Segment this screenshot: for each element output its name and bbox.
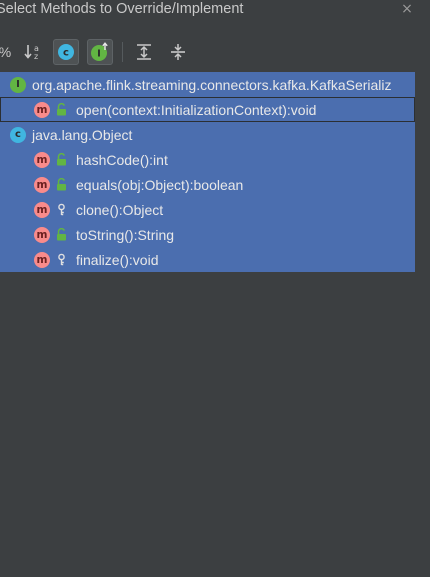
tree-row-method-hashcode[interactable]: m hashCode():int xyxy=(0,147,415,172)
tree-row-label: org.apache.flink.streaming.connectors.ka… xyxy=(32,76,392,93)
tree-row-label: hashCode():int xyxy=(76,151,168,168)
show-percent-button[interactable]: % xyxy=(0,39,18,65)
percent-icon: % xyxy=(0,44,12,60)
close-icon[interactable]: × xyxy=(398,0,416,18)
tree-row-method-finalize[interactable]: m finalize():void xyxy=(0,247,415,272)
toolbar: % a z c I xyxy=(0,36,430,68)
method-icon: m xyxy=(34,101,50,118)
svg-text:I: I xyxy=(97,49,101,60)
collapse-all-button[interactable] xyxy=(165,39,191,65)
method-tree: I org.apache.flink.streaming.connectors.… xyxy=(0,72,415,577)
svg-text:c: c xyxy=(63,48,69,59)
public-access-icon xyxy=(55,153,67,167)
class-icon: c xyxy=(10,126,26,143)
tree-row-method-clone[interactable]: m clone():Object xyxy=(0,197,415,222)
tree-row-label: clone():Object xyxy=(76,201,164,218)
tree-row-method-open[interactable]: m open(context:InitializationContext):vo… xyxy=(0,97,415,122)
method-icon: m xyxy=(34,176,50,193)
method-icon: m xyxy=(34,151,50,168)
tree-row-label: toString():String xyxy=(76,226,175,243)
show-classes-button[interactable]: c xyxy=(53,39,79,65)
tree-row-label: finalize():void xyxy=(76,251,159,268)
svg-text:z: z xyxy=(34,52,38,61)
protected-access-icon xyxy=(55,203,67,217)
collapse-all-icon xyxy=(171,44,185,60)
method-icon: m xyxy=(34,226,50,243)
sort-alphabetically-button[interactable]: a z xyxy=(20,39,46,65)
tree-row-label: java.lang.Object xyxy=(32,126,133,143)
tree-row-label: equals(obj:Object):boolean xyxy=(76,176,244,193)
tree-row-method-equals[interactable]: m equals(obj:Object):boolean xyxy=(0,172,415,197)
sort-alphabetically-icon: a z xyxy=(24,44,39,61)
public-access-icon xyxy=(55,103,67,117)
title-bar: Select Methods to Override/Implement × xyxy=(0,0,430,22)
show-interfaces-button[interactable]: I xyxy=(87,39,113,65)
interface-icon: I xyxy=(10,76,26,93)
vertical-scrollbar[interactable] xyxy=(415,72,430,577)
tree-row-label: open(context:InitializationContext):void xyxy=(76,101,317,118)
method-icon: m xyxy=(34,201,50,218)
tree-row-class[interactable]: c java.lang.Object xyxy=(0,122,415,147)
expand-all-icon xyxy=(137,44,151,60)
tree-row-method-tostring[interactable]: m toString():String xyxy=(0,222,415,247)
select-methods-dialog: Select Methods to Override/Implement × %… xyxy=(0,0,430,577)
class-icon: c xyxy=(58,44,74,60)
method-icon: m xyxy=(34,251,50,268)
expand-all-button[interactable] xyxy=(131,39,157,65)
public-access-icon xyxy=(55,228,67,242)
dialog-title: Select Methods to Override/Implement xyxy=(0,1,244,17)
interface-up-icon: I xyxy=(91,42,108,61)
public-access-icon xyxy=(55,178,67,192)
toolbar-separator xyxy=(122,42,123,62)
protected-access-icon xyxy=(55,253,67,267)
tree-row-interface[interactable]: I org.apache.flink.streaming.connectors.… xyxy=(0,72,415,97)
